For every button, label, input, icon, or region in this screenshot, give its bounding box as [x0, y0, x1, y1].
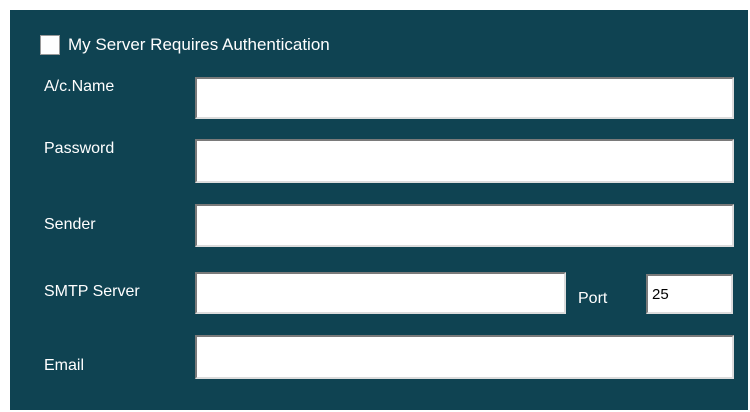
port-label: Port: [578, 290, 608, 307]
sender-input[interactable]: [195, 204, 734, 247]
smtp-server-label: SMTP Server: [44, 283, 140, 300]
account-name-input[interactable]: [195, 77, 734, 119]
requires-authentication-label: My Server Requires Authentication: [68, 35, 330, 54]
password-label: Password: [44, 140, 115, 157]
email-label: Email: [44, 357, 85, 374]
auth-option-row: My Server Requires Authentication: [40, 34, 330, 56]
requires-authentication-checkbox[interactable]: [40, 35, 60, 55]
email-input[interactable]: [195, 335, 734, 379]
account-name-label: A/c.Name: [44, 78, 115, 95]
smtp-server-input[interactable]: [195, 272, 566, 314]
smtp-settings-panel: My Server Requires Authentication A/c.Na…: [10, 10, 748, 410]
sender-label: Sender: [44, 216, 96, 233]
password-input[interactable]: [195, 139, 734, 183]
port-input[interactable]: [646, 274, 733, 314]
